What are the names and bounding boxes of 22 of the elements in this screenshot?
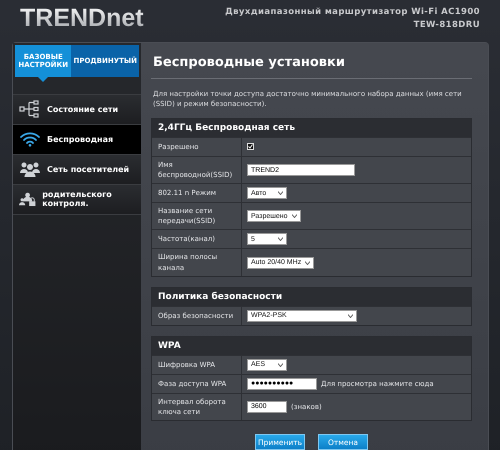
section-title: 2,4ГГц Беспроводная сеть — [152, 118, 471, 137]
caret-icon — [278, 191, 283, 196]
sidebar-item[interactable]: родительского контроля. — [13, 184, 141, 215]
sidebar-item[interactable]: Сеть посетителей — [13, 154, 141, 185]
tab-pointer — [38, 76, 48, 82]
users-lock-icon — [19, 190, 36, 208]
caret-icon — [305, 260, 310, 265]
caret-icon — [278, 237, 283, 242]
network-tree-icon — [19, 100, 41, 118]
section-title: Политика безопасности — [152, 288, 471, 306]
checkbox[interactable] — [247, 143, 254, 150]
sidebar-item[interactable]: Состояние сети — [13, 94, 141, 125]
section-title: WPA — [152, 336, 471, 355]
page-title: Беспроводные установки — [151, 50, 472, 79]
model-name: TEW-818DRU — [414, 20, 480, 30]
sidebar-item[interactable]: Беспроводная — [13, 124, 141, 155]
caret-icon — [278, 362, 283, 367]
product-name: Двухдиапазонный маршрутизатор Wi-Fi AC1900 — [225, 7, 480, 18]
wifi-icon — [19, 131, 41, 148]
caret-icon — [348, 314, 353, 318]
users-icon — [19, 161, 41, 178]
caret-icon — [292, 214, 297, 218]
